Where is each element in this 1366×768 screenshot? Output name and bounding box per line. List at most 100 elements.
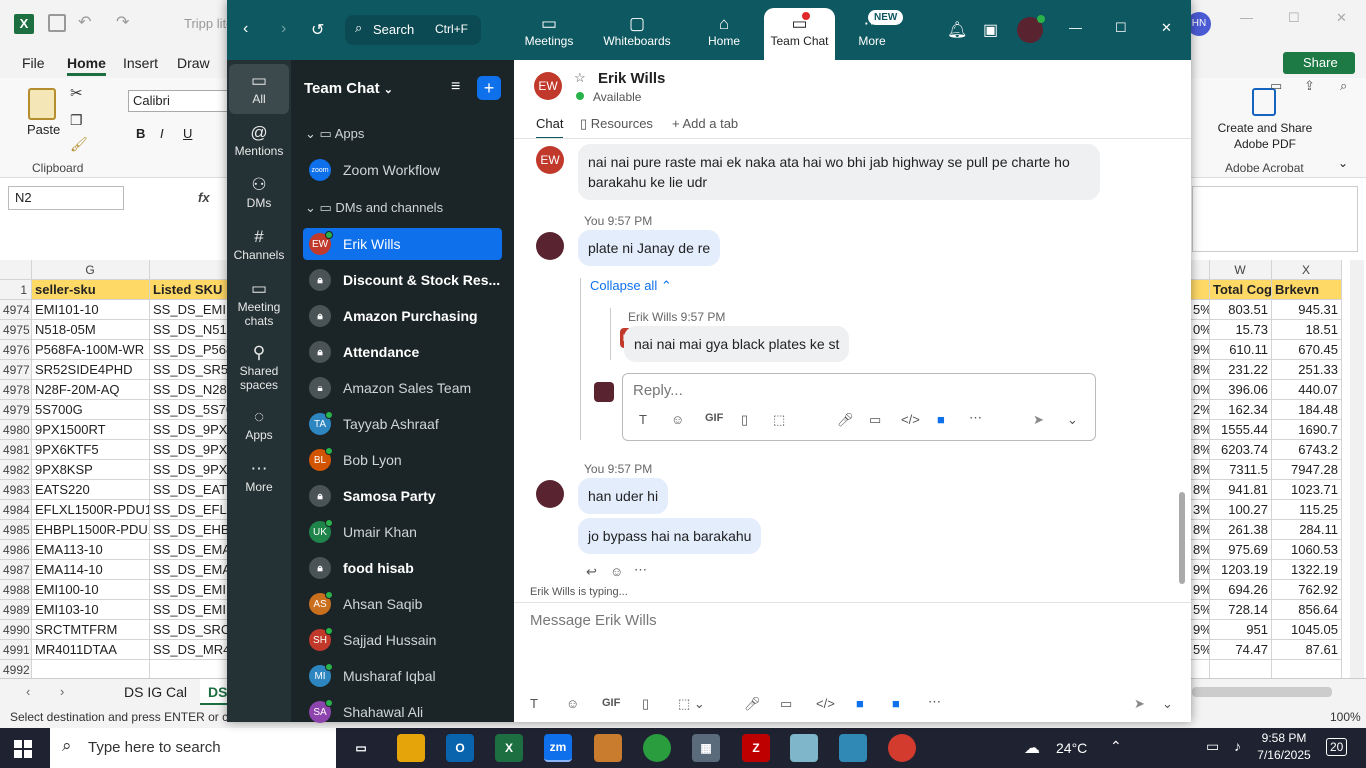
table-cell[interactable]: 803.51 bbox=[1210, 300, 1272, 320]
table-cell[interactable]: SS_DS_EMA bbox=[150, 560, 230, 580]
chat-list-item[interactable]: 🔒︎ Samosa Party bbox=[303, 480, 502, 512]
chat-list-item[interactable]: UK Umair Khan bbox=[303, 516, 502, 548]
table-cell[interactable]: SS_DS_EFLX bbox=[150, 500, 230, 520]
table-cell[interactable]: 2% bbox=[1190, 400, 1210, 420]
rail-more[interactable]: ⋯ More bbox=[229, 458, 289, 494]
table-cell[interactable]: N518-05M bbox=[32, 320, 150, 340]
message-bubble[interactable]: han uder hi bbox=[578, 478, 669, 514]
chat-list-item[interactable]: TA Tayyab Ashraaf bbox=[303, 408, 502, 440]
emoji-icon[interactable]: ☺ bbox=[671, 412, 684, 427]
message-bubble[interactable]: plate ni Janay de re bbox=[578, 230, 721, 266]
column-header-x[interactable]: X bbox=[1272, 260, 1342, 280]
screenshot-icon[interactable]: ⬚ bbox=[773, 412, 785, 428]
compose-gif-icon[interactable]: GIF bbox=[602, 697, 620, 709]
table-cell[interactable]: 610.11 bbox=[1210, 340, 1272, 360]
table-cell[interactable]: EMA113-10 bbox=[32, 540, 150, 560]
fx-icon[interactable]: fx bbox=[198, 190, 210, 205]
compose-mic-icon[interactable]: 🎤︎ bbox=[744, 696, 761, 712]
table-cell[interactable]: 8% bbox=[1190, 540, 1210, 560]
table-cell[interactable]: 0% bbox=[1190, 380, 1210, 400]
table-cell[interactable]: SRCTMTFRM bbox=[32, 620, 150, 640]
table-cell[interactable]: 1322.19 bbox=[1272, 560, 1342, 580]
table-cell[interactable]: SS_DS_SRCT bbox=[150, 620, 230, 640]
table-cell[interactable] bbox=[1210, 660, 1272, 678]
collapse-all-link[interactable]: Collapse all ⌃ bbox=[590, 278, 672, 294]
code-icon[interactable]: </> bbox=[901, 412, 920, 427]
table-cell[interactable]: 5% bbox=[1190, 300, 1210, 320]
ribbon-collapse-icon[interactable]: ⌄ bbox=[1338, 156, 1348, 170]
file-icon[interactable]: ▯ bbox=[741, 412, 748, 428]
table-cell[interactable]: EATS220 bbox=[32, 480, 150, 500]
chat-list-item[interactable]: AS Ahsan Saqib bbox=[303, 588, 502, 620]
row-number[interactable]: 4992 bbox=[0, 660, 32, 678]
compose-file-icon[interactable]: ▯ bbox=[642, 696, 649, 712]
table-cell[interactable]: 87.61 bbox=[1272, 640, 1342, 660]
table-cell[interactable]: SS_DS_9PX8 bbox=[150, 460, 230, 480]
table-cell[interactable]: SS_DS_EMI1 bbox=[150, 600, 230, 620]
chat-list-item[interactable]: BL Bob Lyon bbox=[303, 444, 502, 476]
message-bubble[interactable]: nai nai pure raste mai ek naka ata hai w… bbox=[578, 144, 1100, 200]
share-button[interactable]: Share bbox=[1283, 52, 1355, 74]
header-cell[interactable] bbox=[1190, 280, 1210, 300]
table-cell[interactable]: EMI100-10 bbox=[32, 580, 150, 600]
table-cell[interactable]: 261.38 bbox=[1210, 520, 1272, 540]
table-cell[interactable]: SS_DS_N518 bbox=[150, 320, 230, 340]
row-number[interactable]: 4974 bbox=[0, 300, 32, 320]
table-cell[interactable]: 115.25 bbox=[1272, 500, 1342, 520]
row-number[interactable]: 4980 bbox=[0, 420, 32, 440]
row-number[interactable]: 4983 bbox=[0, 480, 32, 500]
nav-meetings[interactable]: ▭ Meetings bbox=[523, 14, 575, 48]
send-reply-icon[interactable]: ➤ bbox=[1033, 412, 1044, 428]
table-cell[interactable]: 856.64 bbox=[1272, 600, 1342, 620]
header-cell[interactable]: Brkevn bbox=[1272, 280, 1342, 300]
rail-meeting-chats[interactable]: ▭ Meeting chats bbox=[229, 278, 289, 328]
excel-close-icon[interactable]: ✕ bbox=[1336, 10, 1347, 26]
table-cell[interactable]: 6203.74 bbox=[1210, 440, 1272, 460]
compose-video-icon[interactable]: ▭ bbox=[780, 696, 792, 712]
name-box[interactable]: N2 bbox=[8, 186, 124, 210]
table-cell[interactable]: 8% bbox=[1190, 520, 1210, 540]
row-number[interactable]: 4988 bbox=[0, 580, 32, 600]
corner-cell[interactable] bbox=[0, 260, 32, 280]
contact-avatar[interactable]: EW bbox=[534, 72, 562, 100]
table-cell[interactable]: SS_DS_9PX1 bbox=[150, 420, 230, 440]
row-number[interactable]: 4991 bbox=[0, 640, 32, 660]
table-cell[interactable]: 7947.28 bbox=[1272, 460, 1342, 480]
format-painter-icon[interactable]: 🖌 bbox=[70, 136, 88, 153]
row-number[interactable]: 4982 bbox=[0, 460, 32, 480]
table-cell[interactable]: 440.07 bbox=[1272, 380, 1342, 400]
table-cell[interactable]: 7311.5 bbox=[1210, 460, 1272, 480]
row-number[interactable]: 4984 bbox=[0, 500, 32, 520]
app-integration-icon[interactable]: ■ bbox=[937, 412, 945, 427]
row-number[interactable]: 4979 bbox=[0, 400, 32, 420]
excel-taskbar-icon[interactable]: X bbox=[495, 734, 523, 762]
share-screen-icon[interactable]: ⇪ bbox=[1304, 78, 1315, 94]
weather-temp[interactable]: 24°C bbox=[1056, 740, 1087, 756]
table-cell[interactable] bbox=[32, 660, 150, 678]
table-cell[interactable]: 74.47 bbox=[1210, 640, 1272, 660]
chrome2-icon[interactable] bbox=[888, 734, 916, 762]
table-cell[interactable]: 0% bbox=[1190, 320, 1210, 340]
table-cell[interactable]: SS_DS_EMI1 bbox=[150, 580, 230, 600]
table-cell[interactable]: 694.26 bbox=[1210, 580, 1272, 600]
table-cell[interactable]: 728.14 bbox=[1210, 600, 1272, 620]
table-cell[interactable]: EHBPL1500R-PDU1U bbox=[32, 520, 150, 540]
chat-search-icon[interactable]: ⌕ bbox=[1340, 78, 1347, 94]
chrome-icon[interactable] bbox=[643, 734, 671, 762]
tab-draw[interactable]: Draw bbox=[177, 55, 210, 71]
row-number[interactable]: 4977 bbox=[0, 360, 32, 380]
table-cell[interactable]: 670.45 bbox=[1272, 340, 1342, 360]
chat-list-item[interactable]: MI Musharaf Iqbal bbox=[303, 660, 502, 692]
clock-time[interactable]: 9:58 PM bbox=[1256, 731, 1312, 745]
sheet-next-icon[interactable]: › bbox=[60, 684, 64, 699]
back-icon[interactable]: ‹ bbox=[243, 20, 248, 38]
add-tab[interactable]: + Add a tab bbox=[672, 116, 738, 131]
table-cell[interactable]: 951 bbox=[1210, 620, 1272, 640]
table-cell[interactable]: 9% bbox=[1190, 340, 1210, 360]
table-cell[interactable]: 1690.7 bbox=[1272, 420, 1342, 440]
table-cell[interactable]: 9PX6KTF5 bbox=[32, 440, 150, 460]
nav-home[interactable]: ⌂ Home bbox=[701, 14, 747, 48]
chat-list-item[interactable]: SA Shahawal Ali bbox=[303, 696, 502, 728]
history-icon[interactable]: ↺ bbox=[311, 20, 324, 40]
table-cell[interactable]: 8% bbox=[1190, 460, 1210, 480]
